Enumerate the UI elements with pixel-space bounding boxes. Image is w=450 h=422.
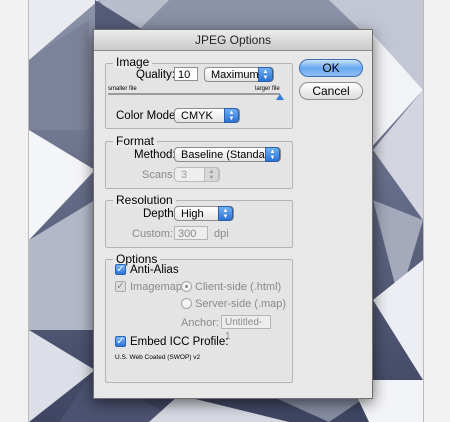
chevron-updown-icon: ▲ ▼ bbox=[224, 108, 239, 123]
jpeg-options-dialog: JPEG Options OK Cancel Image Quality: 10… bbox=[93, 29, 373, 399]
scans-select[interactable]: 3 ▲ ▼ bbox=[174, 167, 220, 182]
scans-label: Scans: bbox=[142, 169, 176, 181]
checkmark-icon: ✓ bbox=[116, 336, 125, 347]
embed-icc-label: Embed ICC Profile: bbox=[130, 336, 229, 348]
chevron-updown-icon: ▲ ▼ bbox=[218, 206, 233, 221]
depth-label: Depth: bbox=[143, 208, 177, 220]
resolution-group-title: Resolution bbox=[113, 193, 176, 207]
scans-value: 3 bbox=[181, 169, 188, 181]
checkmark-icon: ✓ bbox=[116, 264, 125, 275]
quality-preset-value: Maximum bbox=[211, 69, 259, 81]
custom-label: Custom: bbox=[132, 228, 173, 240]
quality-preset-select[interactable]: Maximum ▲ ▼ bbox=[204, 67, 274, 82]
client-side-radio[interactable] bbox=[181, 281, 192, 292]
server-side-label: Server-side (.map) bbox=[195, 298, 287, 310]
checkmark-icon: ✓ bbox=[116, 281, 125, 292]
chevron-updown-icon: ▲ ▼ bbox=[204, 167, 219, 182]
client-side-label: Client-side (.html) bbox=[195, 281, 282, 293]
icc-profile-name: U.S. Web Coated (SWOP) v2 bbox=[115, 354, 201, 361]
anchor-label: Anchor: bbox=[181, 317, 219, 329]
quality-input[interactable]: 10 bbox=[174, 67, 198, 81]
custom-dpi-input[interactable]: 300 bbox=[174, 226, 208, 240]
color-model-value: CMYK bbox=[181, 110, 213, 122]
anchor-input[interactable]: Untitled-1 bbox=[221, 315, 271, 342]
image-group-title: Image bbox=[113, 55, 153, 69]
quality-slider-track[interactable] bbox=[108, 93, 280, 95]
method-select[interactable]: Baseline (Standard) ▲ ▼ bbox=[174, 147, 281, 162]
chevron-updown-icon: ▲ ▼ bbox=[265, 147, 280, 162]
chevron-updown-icon: ▲ ▼ bbox=[258, 67, 273, 82]
anti-alias-label: Anti-Alias bbox=[130, 264, 179, 276]
quality-slider-thumb[interactable] bbox=[276, 94, 284, 100]
dpi-unit-label: dpi bbox=[214, 228, 229, 240]
imagemap-label: Imagemap bbox=[130, 281, 182, 293]
depth-select[interactable]: High ▲ ▼ bbox=[174, 206, 234, 221]
dialog-title: JPEG Options bbox=[94, 30, 372, 51]
ok-button[interactable]: OK bbox=[299, 59, 363, 77]
imagemap-checkbox[interactable]: ✓ bbox=[115, 281, 126, 292]
cancel-button[interactable]: Cancel bbox=[299, 82, 363, 100]
method-label: Method: bbox=[134, 149, 176, 161]
anti-alias-checkbox[interactable]: ✓ bbox=[115, 264, 126, 275]
color-model-label: Color Model: bbox=[116, 110, 182, 122]
depth-value: High bbox=[181, 208, 204, 220]
color-model-select[interactable]: CMYK ▲ ▼ bbox=[174, 108, 240, 123]
format-group-title: Format bbox=[113, 134, 158, 148]
server-side-radio[interactable] bbox=[181, 298, 192, 309]
method-value: Baseline (Standard) bbox=[181, 149, 279, 161]
embed-icc-checkbox[interactable]: ✓ bbox=[115, 336, 126, 347]
quality-label: Quality: bbox=[136, 69, 175, 81]
